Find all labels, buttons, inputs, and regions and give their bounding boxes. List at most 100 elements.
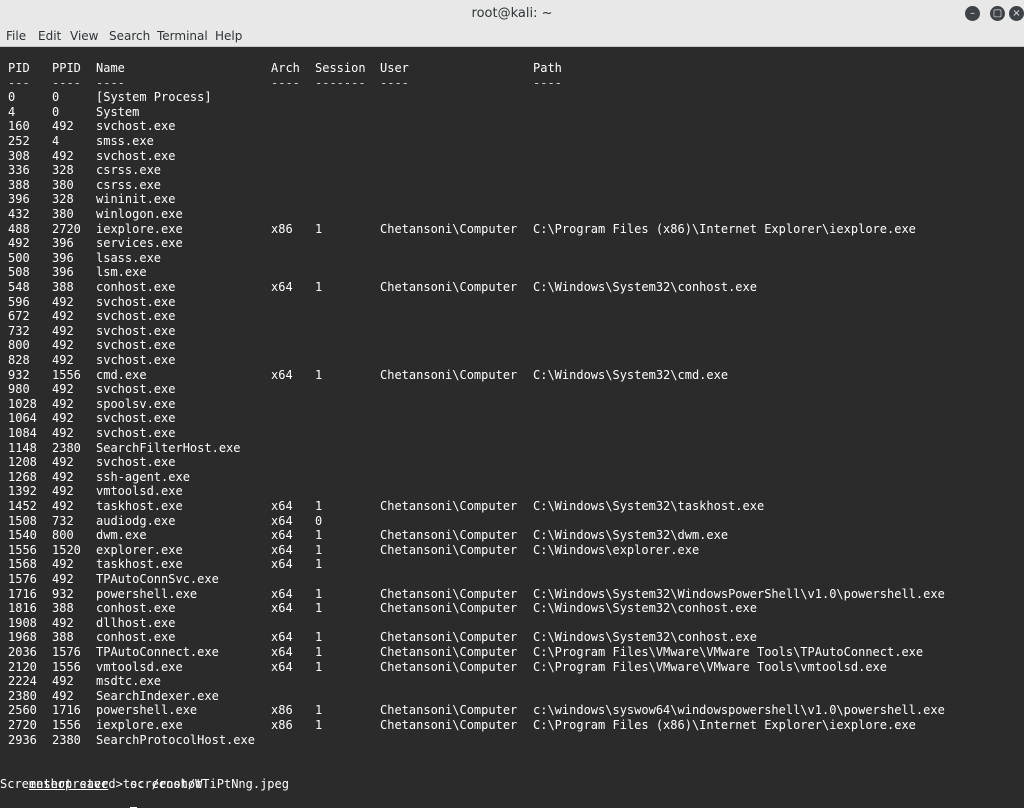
cell-pid: 1816 <box>8 601 37 616</box>
close-icon[interactable]: × <box>1009 6 1024 21</box>
cell-arch: x64 <box>271 630 293 645</box>
table-header-path: Path <box>533 61 562 75</box>
window-title: root@kali: ~ <box>471 6 553 21</box>
cell-path: C:\Windows\System32\conhost.exe <box>533 630 757 645</box>
menu-edit[interactable]: Edit <box>38 27 61 46</box>
cell-path: c:\windows\syswow64\windowspowershell\v1… <box>533 703 945 718</box>
cell-session: 1 <box>315 280 323 294</box>
cell-ppid: 1556 <box>52 718 81 732</box>
cell-session: 1 <box>315 557 323 572</box>
cell-name: vmtoolsd.exe <box>96 659 183 674</box>
cell-name: SearchIndexer.exe <box>96 688 219 703</box>
cell-user: Chetansoni\Computer <box>380 586 518 601</box>
menu-terminal[interactable]: Terminal <box>157 27 208 46</box>
maximize-icon[interactable]: ▢ <box>990 6 1005 21</box>
cell-name: svchost.exe <box>96 353 176 367</box>
cell-session: 1 <box>315 528 323 543</box>
cell-path: C:\Windows\System32\conhost.exe <box>533 280 757 294</box>
menu-help[interactable]: Help <box>215 27 242 46</box>
cell-arch: x64 <box>271 659 293 674</box>
cell-arch: x64 <box>271 280 293 294</box>
cell-pid: 548 <box>8 280 30 294</box>
cell-session: 1 <box>315 499 323 513</box>
table-separator-name: ---- <box>96 75 125 90</box>
cell-arch: x64 <box>271 557 293 572</box>
table-header-arch: Arch <box>271 61 300 75</box>
cell-pid: 1908 <box>8 615 37 630</box>
cell-pid: 336 <box>8 163 30 178</box>
cell-ppid: 492 <box>52 674 74 689</box>
cell-path: C:\Windows\System32\conhost.exe <box>533 601 757 616</box>
cell-ppid: 492 <box>52 294 74 309</box>
title-bar: root@kali: ~ – ▢ × <box>0 0 1024 28</box>
cell-ppid: 800 <box>52 528 74 543</box>
cell-arch: x86 <box>271 718 293 732</box>
cell-ppid: 396 <box>52 250 74 265</box>
cell-name: svchost.exe <box>96 323 176 338</box>
cell-pid: 1556 <box>8 542 37 557</box>
cell-name: svchost.exe <box>96 148 176 163</box>
cell-pid: 980 <box>8 382 30 397</box>
cell-ppid: 492 <box>52 688 74 703</box>
cell-path: C:\Program Files (x86)\Internet Explorer… <box>533 221 916 236</box>
cell-ppid: 492 <box>52 353 74 367</box>
cell-pid: 828 <box>8 353 30 367</box>
active-prompt[interactable]: meterpreter > <box>0 792 138 808</box>
cell-name: svchost.exe <box>96 338 176 353</box>
cell-path: C:\Program Files\VMware\VMware Tools\vmt… <box>533 659 888 674</box>
cell-name: conhost.exe <box>96 601 176 616</box>
cell-name: smss.exe <box>96 134 154 148</box>
cell-session: 1 <box>315 586 323 601</box>
cell-ppid: 328 <box>52 163 74 178</box>
cell-ppid: 492 <box>52 411 74 426</box>
cell-pid: 800 <box>8 338 30 353</box>
cell-arch: x64 <box>271 601 293 616</box>
cell-name: svchost.exe <box>96 294 176 309</box>
cell-pid: 432 <box>8 207 30 221</box>
cell-ppid: 492 <box>52 119 74 134</box>
terminal-output[interactable]: PID PPID Name Arch Session User Path --- ---- ---… <box>0 47 1024 808</box>
menu-view[interactable]: View <box>70 27 98 46</box>
table-header-user: User <box>380 61 409 75</box>
cell-pid: 2560 <box>8 703 37 718</box>
cell-pid: 1268 <box>8 469 37 484</box>
table-header-name: Name <box>96 61 125 75</box>
cell-pid: 2380 <box>8 688 37 703</box>
cell-path: C:\Program Files (x86)\Internet Explorer… <box>533 718 916 732</box>
cell-arch: x86 <box>271 221 293 236</box>
menu-file[interactable]: File <box>6 27 26 46</box>
menu-search[interactable]: Search <box>109 27 150 46</box>
cell-session: 1 <box>315 542 323 557</box>
cell-pid: 308 <box>8 148 30 163</box>
cell-ppid: 2380 <box>52 732 81 747</box>
cell-name: explorer.exe <box>96 542 183 557</box>
table-header-pid: PID <box>8 61 30 75</box>
cell-ppid: 1520 <box>52 542 81 557</box>
command-line: meterpreter > screenshot <box>0 762 202 791</box>
cell-name: taskhost.exe <box>96 557 183 572</box>
table-header-session: Session <box>315 61 366 75</box>
cell-name: lsass.exe <box>96 250 162 265</box>
cell-name: dllhost.exe <box>96 615 176 630</box>
table-separator-ppid: ---- <box>52 75 81 90</box>
cell-name: svchost.exe <box>96 119 176 134</box>
cell-ppid: 380 <box>52 207 74 221</box>
cell-path: C:\Windows\System32\WindowsPowerShell\v1… <box>533 586 945 601</box>
cell-pid: 1540 <box>8 528 37 543</box>
minimize-icon[interactable]: – <box>965 6 980 21</box>
cell-name: winlogon.exe <box>96 207 183 221</box>
cell-ppid: 388 <box>52 601 74 616</box>
cell-name: ssh-agent.exe <box>96 469 190 484</box>
cell-name: svchost.exe <box>96 309 176 324</box>
cell-ppid: 1556 <box>52 367 81 382</box>
cell-ppid: 732 <box>52 513 74 528</box>
cell-ppid: 388 <box>52 280 74 294</box>
cell-session: 1 <box>315 659 323 674</box>
cell-ppid: 2380 <box>52 440 81 455</box>
cell-ppid: 492 <box>52 382 74 397</box>
cell-name: conhost.exe <box>96 280 176 294</box>
cell-pid: 1968 <box>8 630 37 645</box>
cell-pid: 1064 <box>8 411 37 426</box>
cell-pid: 252 <box>8 134 30 148</box>
cell-user: Chetansoni\Computer <box>380 221 518 236</box>
